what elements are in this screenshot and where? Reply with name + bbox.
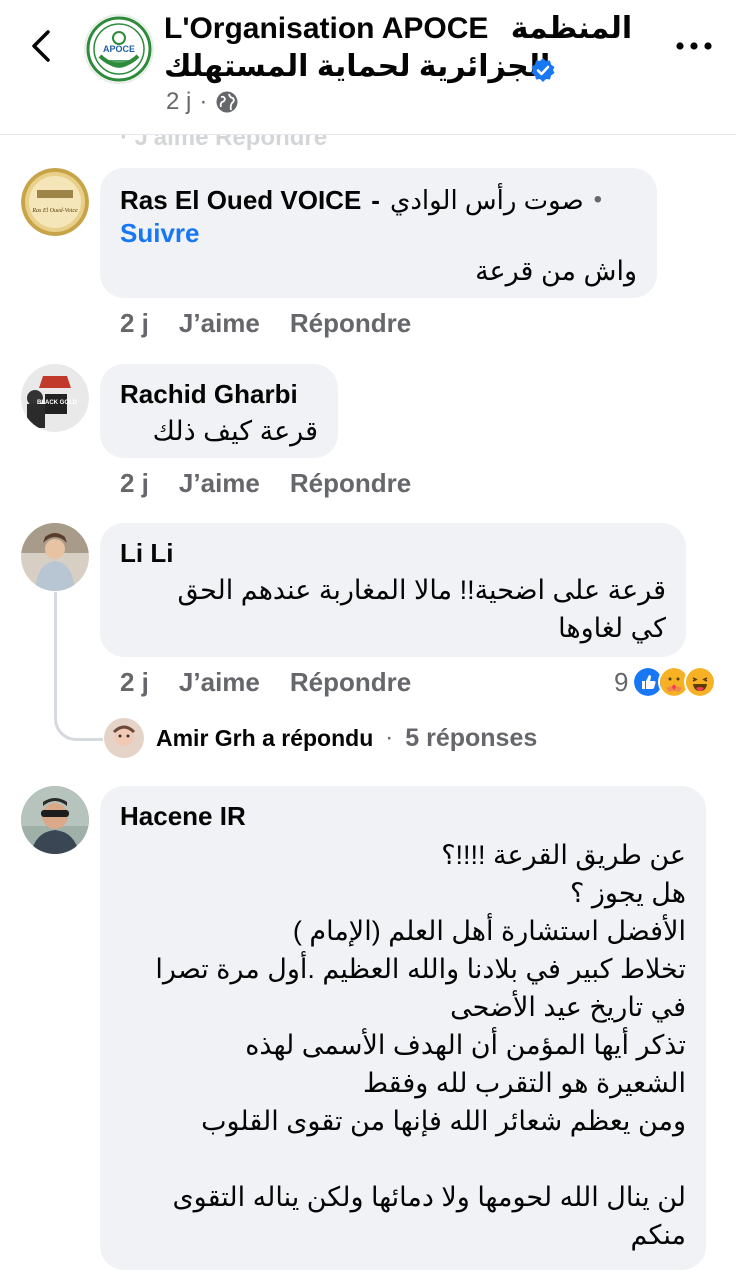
comment-actions: 2 j J’aime Répondre (120, 308, 411, 339)
reply-button[interactable]: Répondre (290, 308, 411, 339)
comment-text: قرعة كيف ذلك (152, 416, 318, 446)
dot-separator: • (593, 186, 603, 213)
reply-button[interactable]: Répondre (290, 667, 411, 698)
avatar[interactable]: Ras El Oued-Voice (21, 168, 89, 236)
comment-text: عن طريق القرعة !!!!؟ هل يجوز ؟ الأفضل استش… (120, 836, 686, 1254)
page-title-line2[interactable]: الجزائرية لحماية المستهلك (164, 48, 550, 86)
reply-verb: a répondu (262, 724, 374, 751)
comment-text-line: الأفضل استشارة أهل العلم (الإمام ) (292, 916, 686, 946)
comment-text-line: ومن يعظم شعائر الله فإنها من تقوى القلوب (201, 1106, 686, 1136)
comment-bubble: Hacene IR عن طريق القرعة !!!!؟ هل يجوز ؟ ا… (100, 786, 706, 1270)
logo-text: APOCE (103, 44, 135, 54)
comment-author[interactable]: Li Li (120, 537, 173, 569)
comment-author-arabic[interactable]: صوت رأس الوادي (390, 184, 584, 216)
like-button[interactable]: J’aime (179, 667, 260, 698)
follow-button[interactable]: Suivre (120, 218, 200, 249)
meta-dot: · (199, 88, 208, 115)
comment-author[interactable]: Ras El Oued VOICE (120, 184, 361, 216)
post-time[interactable]: 2 j (166, 88, 191, 116)
comment-text-line: كي لغاوها (558, 613, 666, 643)
reaction-count[interactable]: 9 (614, 667, 628, 698)
comment-bubble: Rachid Gharbi قرعة كيف ذلك (100, 364, 338, 458)
like-button[interactable]: J’aime (179, 468, 260, 499)
replies-summary[interactable]: Amir Grh a répondu · 5 réponses (104, 718, 537, 758)
verified-badge-icon (531, 58, 555, 82)
comment-bubble: Li Li قرعة على اضحية!! مالا المغاربة عند… (100, 523, 686, 657)
avatar-text: BLACK GOLD (37, 400, 78, 406)
post-meta: 2 j · (166, 88, 239, 116)
globe-icon (216, 91, 238, 113)
comment-author-row: Ras El Oued VOICE - صوت رأس الوادي • (120, 184, 602, 216)
avatar[interactable] (104, 718, 144, 758)
avatar[interactable] (21, 523, 89, 591)
replies-count[interactable]: 5 réponses (405, 724, 537, 753)
avatar-text: Ras El Oued-Voice (31, 208, 78, 214)
comment-text-line: عن طريق القرعة !!!!؟ (441, 840, 686, 870)
reply-author[interactable]: Amir Grh (156, 725, 256, 751)
comment-time[interactable]: 2 j (120, 308, 149, 339)
haha-reaction-icon (684, 666, 717, 698)
reply-separator: · (385, 724, 394, 751)
comment-text-line (120, 1140, 686, 1178)
reply-thread-line (54, 592, 103, 741)
more-options-icon[interactable] (674, 34, 714, 58)
comment-text-line: هل يجوز ؟ (570, 878, 686, 908)
page-logo[interactable]: APOCE (84, 14, 154, 84)
page-title-latin[interactable]: L'Organisation APOCE (164, 12, 488, 45)
comment-text-line: الشعيرة هو التقرب لله وفقط (363, 1068, 686, 1098)
comment-text-line: منكم (630, 1220, 687, 1250)
like-button[interactable]: J’aime (179, 308, 260, 339)
page-title[interactable]: L'Organisation APOCE المنظمة (164, 10, 644, 48)
comment-author[interactable]: Rachid Gharbi (120, 378, 298, 410)
comment-actions: 2 j J’aime Répondre (120, 468, 411, 499)
back-arrow-icon[interactable] (22, 26, 62, 66)
post-header: APOCE L'Organisation APOCE المنظمة الجزا… (0, 0, 736, 135)
comment-actions: 2 j J’aime Répondre (120, 667, 411, 698)
avatar[interactable] (21, 786, 89, 854)
comment-text-line: في تاريخ عيد الأضحى (450, 992, 686, 1022)
comment-time[interactable]: 2 j (120, 667, 149, 698)
comment-author[interactable]: Hacene IR (120, 800, 246, 832)
comment-time[interactable]: 2 j (120, 468, 149, 499)
author-separator: - (371, 185, 380, 215)
avatar[interactable]: BLACK GOLD (21, 364, 89, 432)
reply-button[interactable]: Répondre (290, 468, 411, 499)
comment-text-line: تذكر أيها المؤمن أن الهدف الأسمى لهذه (245, 1030, 686, 1060)
comment-text-line: تخلاط كبير في بلادنا والله العظيم .أول م… (155, 954, 686, 984)
comment-text-line: قرعة على اضحية!! مالا المغاربة عندهم الح… (177, 575, 666, 605)
comment-text-line: لن ينال الله لحومها ولا دمائها ولكن ينال… (172, 1182, 686, 1212)
comment-text: واش من قرعة (475, 256, 637, 286)
comment-bubble: Ras El Oued VOICE - صوت رأس الوادي • Sui… (100, 168, 657, 298)
page-title-arabic[interactable]: المنظمة (511, 12, 632, 45)
reaction-summary[interactable]: 9 (614, 666, 717, 698)
